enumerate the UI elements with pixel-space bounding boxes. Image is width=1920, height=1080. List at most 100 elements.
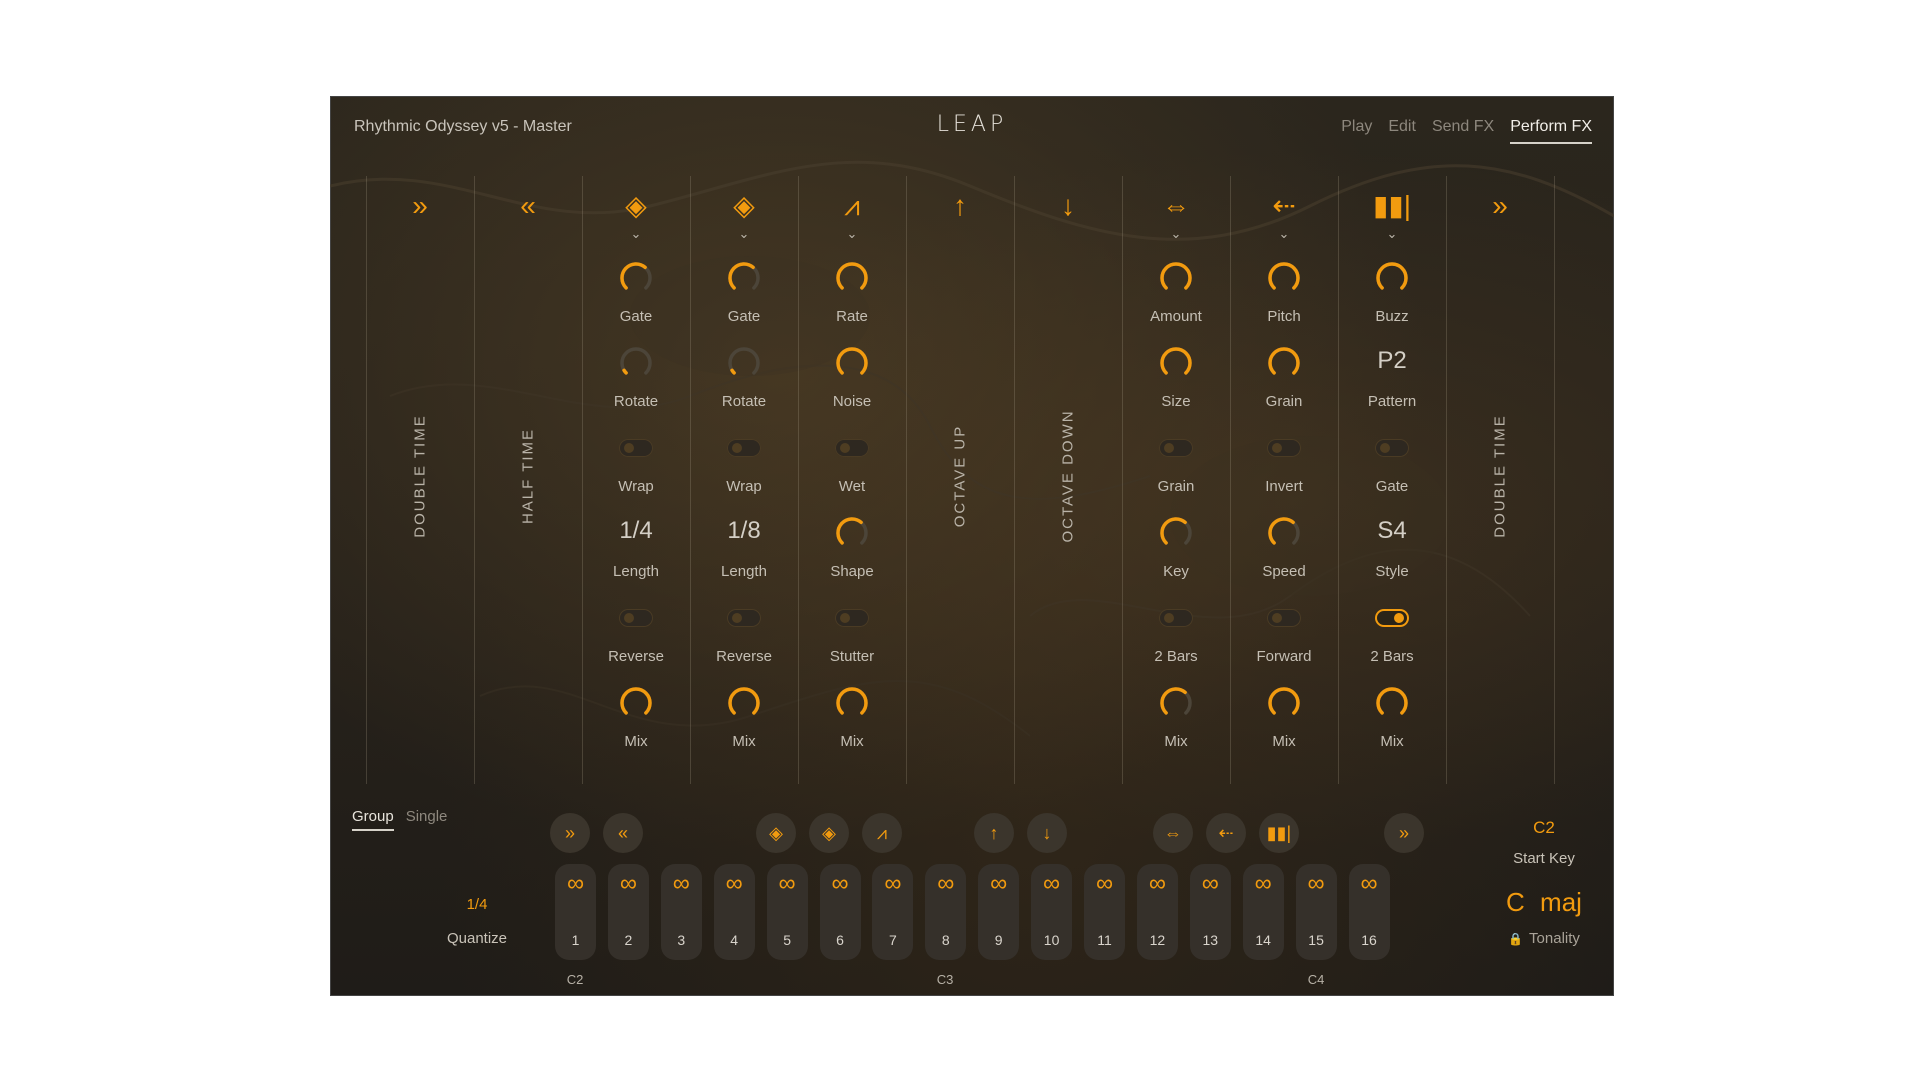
chevron-down-icon[interactable]: ⌄ — [798, 226, 906, 242]
pad-3[interactable]: ∞ 3 — [660, 864, 702, 960]
pattern-value[interactable]: P2 — [1338, 347, 1446, 375]
gate-knob[interactable] — [726, 260, 762, 296]
stutter-toggle[interactable] — [835, 609, 869, 627]
glitch-button[interactable]: ⩘ — [862, 813, 902, 853]
pitch-label: Pitch — [1267, 308, 1301, 325]
key-knob[interactable] — [1158, 515, 1194, 551]
octave-label-c2: C2 — [566, 972, 584, 987]
tab-edit[interactable]: Edit — [1388, 118, 1416, 144]
chevron-down-icon[interactable]: ⌄ — [690, 226, 798, 242]
pitch-mod-button[interactable]: ⇔ — [1153, 813, 1193, 853]
wrap-toggle[interactable] — [619, 439, 653, 457]
half-time-button[interactable]: « — [603, 813, 643, 853]
lock-icon[interactable]: 🔒 — [1508, 932, 1523, 946]
noise-knob[interactable] — [834, 345, 870, 381]
buzz-knob[interactable] — [1374, 260, 1410, 296]
quantize-value[interactable]: 1/4 — [432, 896, 522, 913]
repeater-icon[interactable]: ◈ — [582, 188, 690, 224]
pitch-knob[interactable] — [1266, 260, 1302, 296]
half-time-icon[interactable]: « — [474, 188, 582, 224]
tonality-value[interactable]: C maj — [1474, 887, 1614, 918]
granular-button[interactable]: ⇠ — [1206, 813, 1246, 853]
rate-knob[interactable] — [834, 260, 870, 296]
double-time-button[interactable]: » — [550, 813, 590, 853]
buzz-button[interactable]: ▮▮| — [1259, 813, 1299, 853]
pad-number: 14 — [1255, 932, 1271, 948]
amount-knob[interactable] — [1158, 260, 1194, 296]
chevron-down-icon[interactable]: ⌄ — [582, 226, 690, 242]
mix-knob[interactable] — [1374, 685, 1410, 721]
pad-15[interactable]: ∞ 15 — [1295, 864, 1337, 960]
repeater-button[interactable]: ◈ — [809, 813, 849, 853]
glitch-icon[interactable]: ⩘ — [798, 188, 906, 224]
forward-toggle[interactable] — [1267, 609, 1301, 627]
gate-toggle[interactable] — [1375, 439, 1409, 457]
chevron-down-icon[interactable]: ⌄ — [1122, 226, 1230, 242]
grain-toggle[interactable] — [1159, 439, 1193, 457]
style-value[interactable]: S4 — [1338, 517, 1446, 545]
wet-toggle[interactable] — [835, 439, 869, 457]
pad-13[interactable]: ∞ 13 — [1189, 864, 1231, 960]
tab-play[interactable]: Play — [1341, 118, 1372, 144]
wrap-toggle[interactable] — [727, 439, 761, 457]
arrow-up-icon[interactable]: ↑ — [906, 188, 1014, 224]
arrow-up-button[interactable]: ↑ — [974, 813, 1014, 853]
pad-2[interactable]: ∞ 2 — [607, 864, 649, 960]
tab-perform-fx[interactable]: Perform FX — [1510, 118, 1592, 144]
fx-column-6: ↑ OCTAVE UP — [906, 176, 1014, 786]
mix-knob[interactable] — [618, 685, 654, 721]
buzz-icon[interactable]: ▮▮| — [1338, 188, 1446, 224]
mix-knob[interactable] — [726, 685, 762, 721]
knob-value-arc — [728, 262, 755, 290]
tab-send-fx[interactable]: Send FX — [1432, 118, 1494, 144]
rotate-label: Rotate — [613, 393, 659, 410]
pad-11[interactable]: ∞ 11 — [1084, 864, 1125, 960]
pitch-mod-icon[interactable]: ⇔ — [1122, 188, 1230, 224]
reverse-toggle[interactable] — [619, 609, 653, 627]
size-knob[interactable] — [1158, 345, 1194, 381]
pad-number: 7 — [888, 932, 897, 948]
double-time-button[interactable]: » — [1384, 813, 1424, 853]
2-bars-toggle[interactable] — [1159, 609, 1193, 627]
shape-knob[interactable] — [834, 515, 870, 551]
rotate-knob[interactable] — [618, 345, 654, 381]
chevron-down-icon[interactable]: ⌄ — [1230, 226, 1338, 242]
gate-knob[interactable] — [618, 260, 654, 296]
pad-16[interactable]: ∞ 16 — [1348, 864, 1390, 960]
pad-12[interactable]: ∞ 12 — [1136, 864, 1178, 960]
length-value[interactable]: 1/8 — [690, 517, 798, 545]
repeater-button[interactable]: ◈ — [756, 813, 796, 853]
pad-1[interactable]: ∞ 1 — [555, 864, 596, 960]
mix-knob[interactable] — [1158, 685, 1194, 721]
arrow-down-icon[interactable]: ↓ — [1014, 188, 1122, 224]
grain-knob[interactable] — [1266, 345, 1302, 381]
pad-6[interactable]: ∞ 6 — [819, 864, 861, 960]
pad-7[interactable]: ∞ 7 — [872, 864, 914, 960]
mix-knob[interactable] — [1266, 685, 1302, 721]
reverse-toggle[interactable] — [727, 609, 761, 627]
pad-number: 6 — [836, 932, 844, 948]
speed-knob[interactable] — [1266, 515, 1302, 551]
gate-knob: Gate — [690, 260, 798, 344]
arrow-down-button[interactable]: ↓ — [1027, 813, 1067, 853]
pad-8[interactable]: ∞ 8 — [925, 864, 967, 960]
start-key-value[interactable]: C2 — [1494, 818, 1594, 838]
pad-9[interactable]: ∞ 9 — [978, 864, 1020, 960]
pad-10[interactable]: ∞ 10 — [1031, 864, 1073, 960]
pad-4[interactable]: ∞ 4 — [713, 864, 755, 960]
invert-toggle[interactable] — [1267, 439, 1301, 457]
granular-icon[interactable]: ⇠ — [1230, 188, 1338, 224]
pad-5[interactable]: ∞ 5 — [766, 864, 808, 960]
mix-knob[interactable] — [834, 685, 870, 721]
repeater-icon[interactable]: ◈ — [690, 188, 798, 224]
tab-single[interactable]: Single — [406, 808, 448, 831]
rotate-knob[interactable] — [726, 345, 762, 381]
tab-group[interactable]: Group — [352, 808, 394, 831]
double-time-icon[interactable]: » — [1446, 188, 1554, 224]
length-value[interactable]: 1/4 — [582, 517, 690, 545]
toggle-thumb — [624, 613, 634, 623]
chevron-down-icon[interactable]: ⌄ — [1338, 226, 1446, 242]
double-time-icon[interactable]: » — [366, 188, 474, 224]
2-bars-toggle[interactable] — [1375, 609, 1409, 627]
pad-14[interactable]: ∞ 14 — [1242, 864, 1284, 960]
